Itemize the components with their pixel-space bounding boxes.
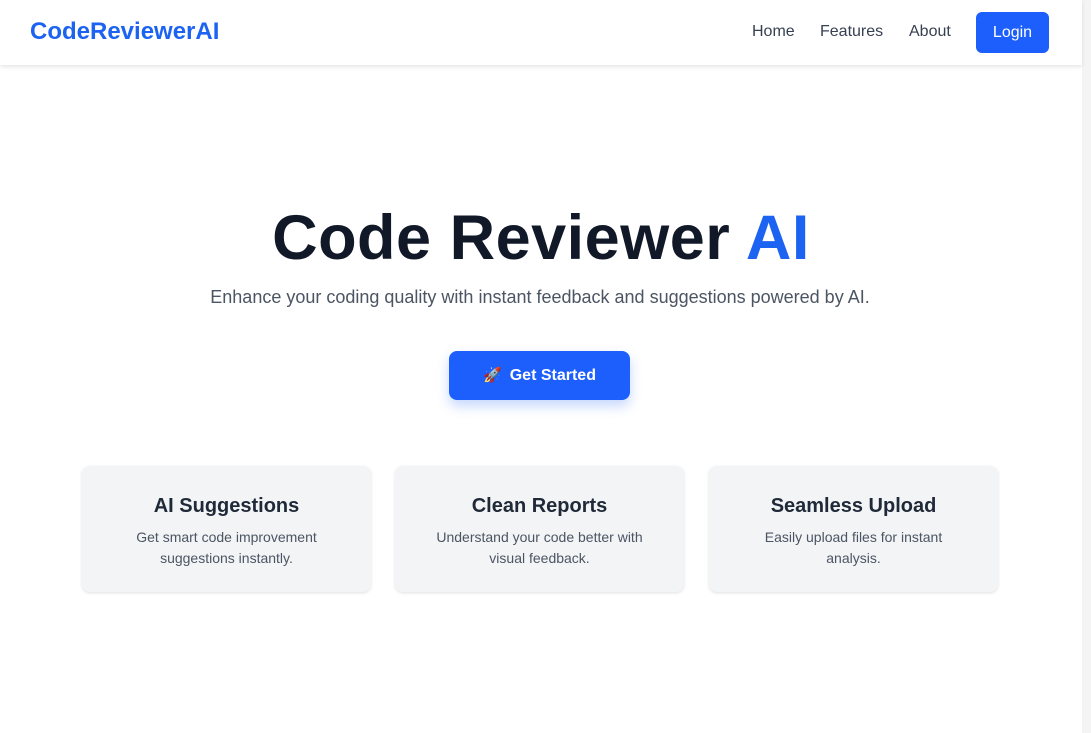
hero-title: Code Reviewer AI [0, 203, 1082, 273]
feature-card-ai-suggestions: AI Suggestions Get smart code improvemen… [82, 466, 371, 592]
feature-card-description: Easily upload files for instant analysis… [764, 529, 943, 566]
feature-card-description: Understand your code better with visual … [436, 529, 643, 566]
navbar: CodeReviewerAI Home Features About Login [0, 0, 1082, 65]
hero-subtitle: Enhance your coding quality with instant… [210, 287, 870, 307]
feature-card-title: AI Suggestions [153, 495, 300, 517]
hero-title-accent: AI [745, 203, 810, 273]
feature-card-clean-reports: Clean Reports Understand your code bette… [395, 466, 684, 592]
nav-link-about[interactable]: About [909, 22, 951, 42]
get-started-label: Get Started [509, 366, 596, 384]
get-started-button[interactable]: 🚀 Get Started [449, 351, 630, 400]
feature-card-title: Seamless Upload [770, 495, 937, 517]
feature-card-title: Clean Reports [471, 495, 608, 517]
scrollbar[interactable] [1082, 0, 1091, 733]
feature-card-seamless-upload: Seamless Upload Easily upload files for … [709, 466, 998, 592]
brand-logo[interactable]: CodeReviewerAI [30, 18, 219, 46]
nav-link-home[interactable]: Home [752, 22, 795, 42]
feature-card-description: Get smart code improvement suggestions i… [136, 529, 317, 566]
rocket-icon: 🚀 [483, 367, 502, 384]
hero-title-main: Code Reviewer [272, 203, 746, 273]
nav-link-features[interactable]: Features [820, 22, 883, 42]
page: CodeReviewerAI Home Features About Login… [0, 0, 1091, 733]
login-button[interactable]: Login [976, 12, 1049, 53]
